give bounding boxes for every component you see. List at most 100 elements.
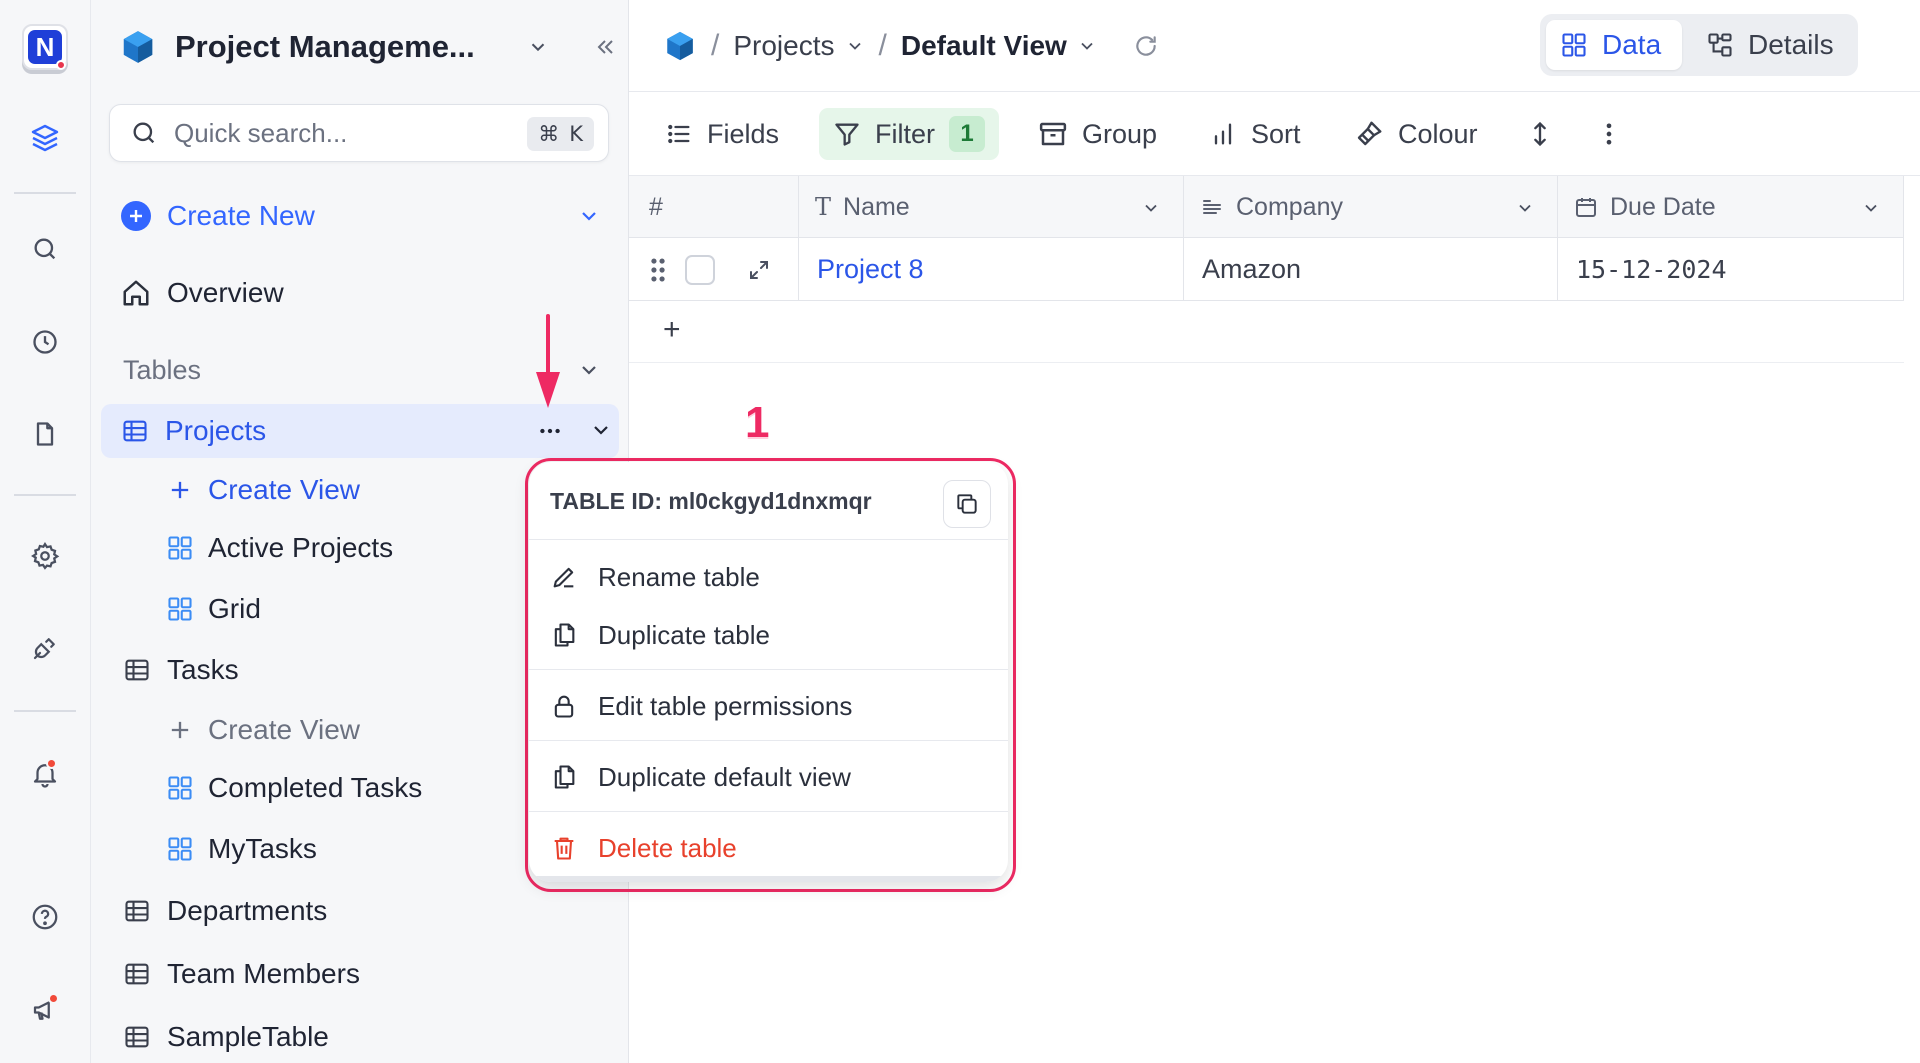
row-checkbox[interactable] [685,254,715,285]
breadcrumb-default-view[interactable]: Default View [901,30,1067,62]
menu-item-delete-table[interactable]: Delete table [550,826,737,870]
cell-due-date[interactable]: 15-12-2024 [1558,238,1904,301]
overview-label: Overview [167,277,284,308]
view-label: Create View [208,474,361,505]
collapse-sidebar-icon[interactable] [593,35,617,59]
create-new-label: Create New [167,200,315,231]
column-label: # [649,192,663,221]
bases-icon[interactable] [20,113,70,163]
sidebar-table-departments[interactable]: Departments [123,889,327,933]
drag-handle-icon[interactable] [647,257,669,283]
column-header-company[interactable]: Company [1184,176,1558,238]
view-label: MyTasks [208,833,317,864]
row-height-icon[interactable] [1526,108,1554,160]
duplicate-icon [554,765,575,789]
announcements-megaphone-icon[interactable] [20,985,70,1035]
create-new-button[interactable]: Create New [121,196,609,236]
notifications-bell-icon[interactable] [20,749,70,799]
gear-icon[interactable] [20,531,70,581]
menu-item-label: Duplicate default view [598,761,851,792]
filter-button[interactable]: Filter 1 [819,108,999,160]
quick-search[interactable]: ⌘ K [109,104,609,162]
chevron-down-icon[interactable] [1515,198,1535,218]
help-question-icon[interactable] [20,892,70,942]
colour-button[interactable]: Colour [1354,108,1478,160]
tab-data[interactable]: Data [1546,20,1682,70]
breadcrumb-projects[interactable]: Projects [733,30,834,62]
chevron-down-icon[interactable] [527,36,549,58]
row-controls [629,238,799,301]
group-button[interactable]: Group [1038,108,1157,160]
sort-button[interactable]: Sort [1209,108,1301,160]
menu-item-duplicate-table[interactable]: Duplicate table [550,613,770,657]
sidebar-view-active-projects[interactable]: Active Projects [166,526,393,570]
chevron-down-icon[interactable] [1861,198,1881,218]
filter-count-badge: 1 [949,116,985,152]
table-label: Departments [167,895,328,926]
sidebar-table-tasks[interactable]: Tasks [123,648,239,692]
sidebar-table-team-members[interactable]: Team Members [123,952,360,996]
details-schema-icon [1708,33,1732,57]
cell-name[interactable]: Project 8 [799,238,1184,301]
tab-details[interactable]: Details [1692,20,1852,70]
reload-icon[interactable] [1133,33,1159,59]
add-row-button[interactable]: + [629,301,1904,363]
chevron-down-icon[interactable] [577,204,601,228]
fields-button[interactable]: Fields [665,108,779,160]
menu-item-duplicate-default-view[interactable]: Duplicate default view [550,755,851,799]
table-icon [125,963,149,985]
data-details-switch: Data Details [1540,14,1858,76]
nocodb-logo[interactable]: N [22,24,68,76]
sidebar-table-projects[interactable]: Projects [101,404,619,458]
docs-file-icon[interactable] [20,409,70,459]
menu-item-label: Delete table [598,832,737,863]
overview-nav-item[interactable]: Overview [121,271,609,315]
menu-item-rename-table[interactable]: Rename table [550,555,760,599]
sidebar-view-grid[interactable]: Grid [166,587,261,631]
create-view-button[interactable]: Create View [166,468,360,512]
base-title: Project Manageme... [175,29,475,64]
column-label: Company [1236,192,1343,221]
expand-row-icon[interactable] [747,258,771,282]
table-row[interactable]: Project 8 Amazon 15-12-2024 [629,238,1904,301]
base-header[interactable]: Project Manageme... [119,22,613,72]
cell-company[interactable]: Amazon [1184,238,1558,301]
integrations-plug-icon[interactable] [20,623,70,673]
calendar-icon [1576,198,1596,217]
sidebar-view-mytasks[interactable]: MyTasks [166,827,317,871]
chevron-down-icon[interactable] [845,36,865,56]
home-icon [123,280,149,306]
sidebar-view-completed-tasks[interactable]: Completed Tasks [166,766,422,810]
logo-letter: N [28,30,62,64]
menu-item-edit-table-permissions[interactable]: Edit table permissions [550,684,852,728]
search-icon[interactable] [20,224,70,274]
text-type-icon: T [815,193,832,221]
create-view-button[interactable]: Create View [166,708,360,752]
more-options-icon[interactable] [537,418,563,444]
grid-view-icon [168,536,192,560]
recent-clock-icon[interactable] [20,317,70,367]
plus-icon [171,721,189,739]
chevron-down-icon[interactable] [1077,36,1097,56]
column-header-name[interactable]: T Name [799,176,1184,238]
annotation-arrow [536,314,560,408]
sidebar-table-sampletable[interactable]: SampleTable [123,1015,329,1059]
sort-label: Sort [1251,118,1301,149]
chevron-down-icon[interactable] [577,358,601,382]
plus-icon [171,481,189,499]
more-vertical-icon[interactable] [1595,108,1623,160]
search-input[interactable] [174,117,514,149]
column-header-due-date[interactable]: Due Date [1558,176,1904,238]
chevron-down-icon[interactable] [589,418,613,442]
command-key-symbol: ⌘ [538,122,560,146]
menu-divider [529,811,1008,812]
table-context-menu: TABLE ID: ml0ckgyd1dnxmqr Rename table D… [529,462,1008,882]
copy-icon[interactable] [943,480,991,528]
search-icon [130,119,158,147]
breadcrumb: / Projects / Default View [663,24,1159,68]
chevron-down-icon[interactable] [1141,198,1161,218]
menu-divider [529,669,1008,670]
logo-status-dot [56,60,66,70]
view-label: Grid [208,593,261,624]
long-text-icon [1203,200,1221,214]
